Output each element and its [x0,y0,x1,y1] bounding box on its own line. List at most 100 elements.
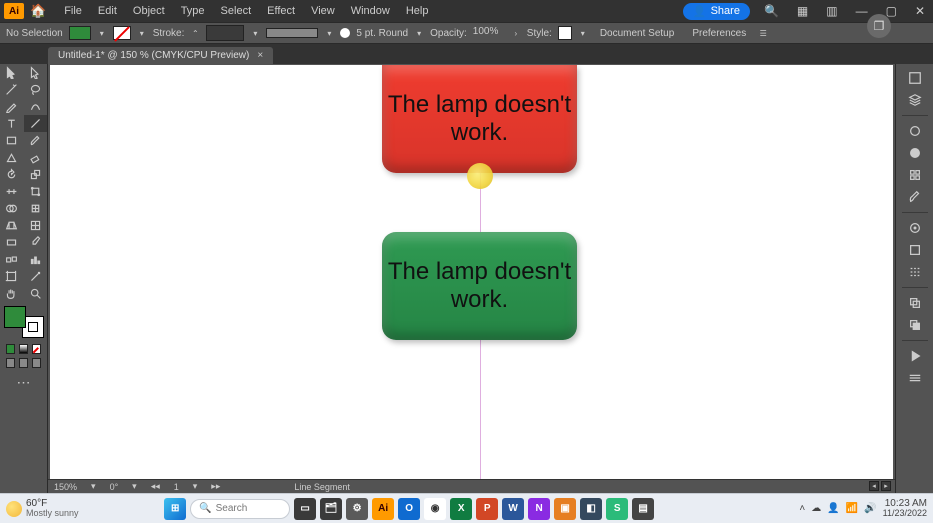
menu-edit[interactable]: Edit [90,5,125,17]
artboard[interactable]: The lamp doesn't work. The lamp doesn't … [50,65,893,479]
zoom-dropdown-icon[interactable]: ▾ [91,481,96,492]
taskbar-settings-icon[interactable]: ⚙ [346,498,368,520]
none-mode-icon[interactable] [32,344,41,354]
taskbar-app3-icon[interactable]: ▤ [632,498,654,520]
menu-effect[interactable]: Effect [259,5,303,17]
search-icon[interactable]: 🔍 [760,4,783,18]
scroll-left-icon[interactable]: ◂ [869,481,879,491]
taskbar-search[interactable]: 🔍 Search [190,499,290,519]
swatches-panel-icon[interactable] [902,165,928,185]
perspective-grid-tool-icon[interactable] [0,217,24,234]
line-segment-tool-icon[interactable] [24,115,48,132]
opacity-more-icon[interactable]: › [511,26,521,40]
taskbar-chrome-icon[interactable]: ◉ [424,498,446,520]
direct-selection-tool-icon[interactable] [24,64,48,81]
align-panel-icon[interactable] [902,262,928,282]
artboard-nav-next-icon[interactable]: ▸▸ [211,481,220,492]
menu-help[interactable]: Help [398,5,437,17]
window-close-icon[interactable]: ✕ [911,4,929,18]
layers-panel-icon[interactable] [902,90,928,110]
tray-user-icon[interactable]: 👤 [827,503,839,514]
fill-swatch[interactable] [69,26,91,40]
zoom-tool-icon[interactable] [24,285,48,302]
artboard-nav-prev-icon[interactable]: ◂◂ [151,481,160,492]
zoom-level[interactable]: 150% [54,482,77,492]
libraries-panel-icon[interactable] [902,121,928,141]
width-profile-dropdown-icon[interactable]: ▾ [324,26,334,40]
menu-window[interactable]: Window [343,5,398,17]
fill-dropdown-icon[interactable]: ▾ [97,26,107,40]
rotate-tool-icon[interactable] [0,166,24,183]
brush-dropdown-icon[interactable]: ▾ [414,26,424,40]
artboard-tool-icon[interactable] [0,268,24,285]
draw-inside-icon[interactable] [32,358,41,368]
paintbrush-tool-icon[interactable] [24,132,48,149]
flowchart-box-1[interactable]: The lamp doesn't work. [382,65,577,173]
taskbar-clock[interactable]: 10:23 AM 11/23/2022 [883,499,927,518]
tab-close-icon[interactable]: × [257,50,263,61]
home-icon[interactable]: 🏠 [30,3,46,19]
taskbar-weather[interactable]: 60°F Mostly sunny [6,499,79,518]
rotate-view[interactable]: 0° [110,482,119,492]
column-graph-tool-icon[interactable] [24,251,48,268]
scale-tool-icon[interactable] [24,166,48,183]
magic-wand-tool-icon[interactable] [0,81,24,98]
lasso-tool-icon[interactable] [24,81,48,98]
tray-wifi-icon[interactable]: 📶 [846,503,858,514]
style-dropdown-icon[interactable]: ▾ [578,26,588,40]
timeline-panel-icon[interactable] [902,368,928,388]
pen-tool-icon[interactable] [0,98,24,115]
brushes-panel-icon[interactable] [902,187,928,207]
graphic-style-swatch[interactable] [558,26,572,40]
taskbar-snagit-icon[interactable]: S [606,498,628,520]
pathfinder-panel-icon[interactable] [902,315,928,335]
stroke-weight-field[interactable] [206,25,244,41]
preferences-button[interactable]: Preferences [686,28,752,39]
window-minimize-icon[interactable]: — [852,4,872,18]
stroke-decrease-icon[interactable]: ⌃ [190,26,200,40]
eyedropper-tool-icon[interactable] [24,234,48,251]
taskbar-onenote-icon[interactable]: N [528,498,550,520]
appearance-panel-icon[interactable] [902,218,928,238]
color-mode-icon[interactable] [6,344,15,354]
graphic-styles-panel-icon[interactable] [902,240,928,260]
menu-select[interactable]: Select [213,5,260,17]
curvature-tool-icon[interactable] [24,98,48,115]
document-tab[interactable]: Untitled-1* @ 150 % (CMYK/CPU Preview) × [48,47,273,64]
taskbar-excel-icon[interactable]: X [450,498,472,520]
blend-tool-icon[interactable] [0,251,24,268]
slice-tool-icon[interactable] [24,268,48,285]
width-tool-icon[interactable] [0,183,24,200]
opacity-value[interactable]: 100% [473,26,505,40]
scroll-right-icon[interactable]: ▸ [881,481,891,491]
variable-width-profile[interactable] [266,28,318,38]
play-timeline-icon[interactable] [902,346,928,366]
menu-file[interactable]: File [56,5,90,17]
stroke-dropdown-icon[interactable]: ▾ [250,26,260,40]
type-tool-icon[interactable] [0,115,24,132]
taskbar-illustrator-icon[interactable]: Ai [372,498,394,520]
artboard-number[interactable]: 1 [174,482,179,492]
tray-chevron-icon[interactable]: ˄ [799,503,805,514]
draw-behind-icon[interactable] [19,358,28,368]
fill-stroke-control[interactable] [4,306,44,338]
color-panel-icon[interactable] [902,143,928,163]
stroke-none-swatch[interactable] [113,26,131,40]
task-view-icon[interactable]: ▭ [294,498,316,520]
mesh-tool-icon[interactable] [24,217,48,234]
selection-tool-icon[interactable] [0,64,24,81]
document-setup-button[interactable]: Document Setup [594,28,681,39]
arrange-docs-icon[interactable]: ▦ [793,4,812,18]
learn-badge-icon[interactable]: ❐ [867,14,891,38]
draw-normal-icon[interactable] [6,358,15,368]
menu-type[interactable]: Type [173,5,213,17]
gradient-tool-icon[interactable] [0,234,24,251]
stroke-swatch-dropdown-icon[interactable]: ▾ [137,26,147,40]
transform-panel-icon[interactable] [902,293,928,313]
taskbar-explorer-icon[interactable]: 🗂 [320,498,342,520]
flowchart-box-2[interactable]: The lamp doesn't work. [382,232,577,340]
taskbar-word-icon[interactable]: W [502,498,524,520]
edit-toolbar-icon[interactable]: ⋯ [0,370,47,391]
eraser-tool-icon[interactable] [24,149,48,166]
taskbar-app1-icon[interactable]: ▣ [554,498,576,520]
